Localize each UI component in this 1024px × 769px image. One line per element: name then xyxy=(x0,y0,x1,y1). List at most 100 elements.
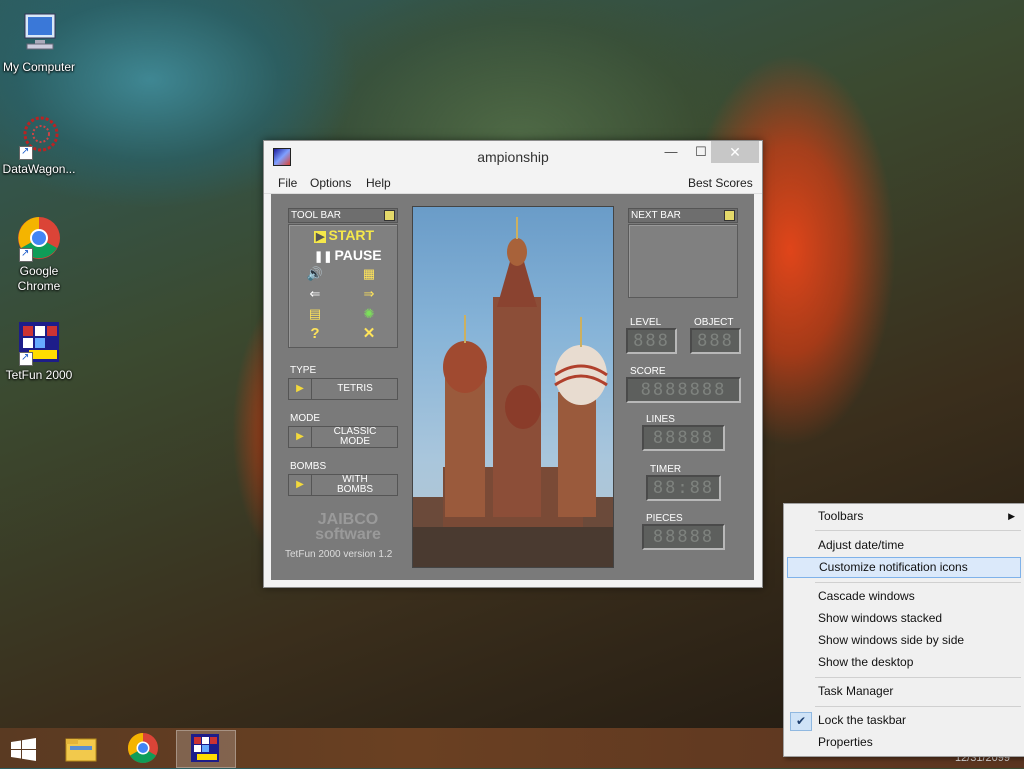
blocks-icon[interactable]: ▦ xyxy=(358,267,380,281)
save-game-icon[interactable]: ⇒ xyxy=(358,287,380,301)
minimize-button[interactable]: — xyxy=(654,141,688,163)
menu-separator xyxy=(815,706,1021,707)
taskbar-context-menu: Toolbars ▶ Adjust date/time Customize no… xyxy=(783,503,1024,757)
play-icon: ▶ xyxy=(314,231,327,243)
pause-label: PAUSE xyxy=(334,247,382,263)
toolbar-panel: ▶ START ❚❚ PAUSE 🔊 ▦ ⇐ ⇒ ▤ ✺ ? ✕ xyxy=(288,224,398,348)
desktop-icon-label: DataWagon... xyxy=(2,162,76,176)
checkmark-icon: ✔ xyxy=(790,712,812,731)
pieces-display: 88888 xyxy=(642,524,725,550)
close-button[interactable]: ✕ xyxy=(711,141,759,163)
menu-separator xyxy=(815,677,1021,678)
lines-display: 88888 xyxy=(642,425,725,451)
type-value: TETRIS xyxy=(337,383,373,394)
window-titlebar[interactable]: ampionship — ☐ ✕ xyxy=(264,141,762,173)
next-bar-title-box: NEXT BAR xyxy=(628,208,738,223)
menu-item-adjust-datetime[interactable]: Adjust date/time xyxy=(787,535,1021,556)
folder-icon xyxy=(65,738,97,762)
menu-item-label: Lock the taskbar xyxy=(818,713,907,727)
help-icon[interactable]: ? xyxy=(304,326,326,341)
bombs-arrow-icon[interactable]: ▶ xyxy=(289,475,312,495)
menu-item-show-windows-stacked[interactable]: Show windows stacked xyxy=(787,608,1021,629)
jaibco-logo: JAIBCO software xyxy=(293,511,403,543)
level-display: 888 xyxy=(626,328,677,354)
menu-item-customize-notification-icons[interactable]: Customize notification icons xyxy=(787,557,1021,578)
desktop-icon-label: Google Chrome xyxy=(17,264,61,293)
tetfun-taskbar-button[interactable] xyxy=(176,730,236,768)
chrome-taskbar-button[interactable] xyxy=(114,730,172,766)
playfield-picture[interactable] xyxy=(412,206,614,568)
desktop-icon-my-computer[interactable]: My Computer xyxy=(0,10,78,75)
submenu-arrow-icon: ▶ xyxy=(1008,511,1015,521)
menu-separator xyxy=(815,530,1021,531)
chrome-icon xyxy=(127,733,158,764)
load-game-icon[interactable]: ⇐ xyxy=(304,287,326,301)
desktop-icon-google-chrome[interactable]: Google Chrome xyxy=(0,214,78,294)
menu-item-task-manager[interactable]: Task Manager xyxy=(787,681,1021,702)
bombs-label: BOMBS xyxy=(290,461,327,472)
bombs-value: WITH BOMBS xyxy=(313,475,397,495)
bombs-value-line2: BOMBS xyxy=(336,484,374,495)
menu-file[interactable]: File xyxy=(278,176,297,190)
datawagon-icon xyxy=(15,112,63,160)
version-text: TetFun 2000 version 1.2 xyxy=(285,549,393,560)
desktop-icon-label: My Computer xyxy=(2,60,76,74)
menu-item-toolbars[interactable]: Toolbars ▶ xyxy=(787,506,1021,527)
menu-item-show-desktop[interactable]: Show the desktop xyxy=(787,652,1021,673)
next-bar-title: NEXT BAR xyxy=(631,210,681,221)
start-menu-button[interactable] xyxy=(0,730,58,766)
pause-button[interactable]: ❚❚ PAUSE xyxy=(314,247,382,263)
game-client-area: TOOL BAR ▶ START ❚❚ PAUSE 🔊 ▦ ⇐ ⇒ ▤ ✺ ? ✕ … xyxy=(271,194,754,580)
menu-item-show-windows-side-by-side[interactable]: Show windows side by side xyxy=(787,630,1021,651)
sound-icon[interactable]: 🔊 xyxy=(304,267,326,281)
score-icon[interactable]: ▤ xyxy=(304,307,326,321)
object-display: 888 xyxy=(690,328,741,354)
mode-value: CLASSIC MODE xyxy=(313,427,397,447)
cathedral-image xyxy=(413,217,613,567)
windows-logo-icon xyxy=(11,738,36,761)
menu-item-cascade-windows[interactable]: Cascade windows xyxy=(787,586,1021,607)
timer-display: 88:88 xyxy=(646,475,721,501)
type-selector[interactable]: ▶ TETRIS xyxy=(288,378,398,400)
menu-bar: File Options Help Best Scores xyxy=(264,173,762,194)
shortcut-arrow-icon xyxy=(19,144,33,160)
shortcut-arrow-icon xyxy=(19,350,33,366)
toolbar-collapse-button[interactable] xyxy=(384,210,395,221)
bombs-selector[interactable]: ▶ WITH BOMBS xyxy=(288,474,398,496)
type-arrow-icon[interactable]: ▶ xyxy=(289,379,312,399)
brand-line2: software xyxy=(315,526,381,543)
menu-separator xyxy=(815,582,1021,583)
desktop-icon-tetfun[interactable]: TetFun 2000 xyxy=(0,318,78,383)
toolbar-panel-title: TOOL BAR xyxy=(288,208,398,223)
exit-icon[interactable]: ✕ xyxy=(358,326,380,341)
brand-line1: JAIBCO xyxy=(317,511,379,528)
menu-options[interactable]: Options xyxy=(310,176,351,190)
score-display: 8888888 xyxy=(626,377,741,403)
mode-value-line2: MODE xyxy=(340,436,370,447)
pause-icon: ❚❚ xyxy=(314,251,333,263)
file-explorer-taskbar-button[interactable] xyxy=(52,730,110,766)
type-label: TYPE xyxy=(290,365,317,376)
start-button[interactable]: ▶ START xyxy=(314,227,374,243)
network-icon[interactable]: ✺ xyxy=(358,307,380,321)
mode-arrow-icon[interactable]: ▶ xyxy=(289,427,312,447)
shortcut-arrow-icon xyxy=(19,246,33,262)
mode-selector[interactable]: ▶ CLASSIC MODE xyxy=(288,426,398,448)
next-bar-collapse-button[interactable] xyxy=(724,210,735,221)
tetfun-icon xyxy=(191,734,219,762)
tetfun-icon xyxy=(15,318,63,366)
tetfun-window: ampionship — ☐ ✕ File Options Help Best … xyxy=(263,140,763,588)
menu-item-properties[interactable]: Properties xyxy=(787,732,1021,753)
menu-help[interactable]: Help xyxy=(366,176,391,190)
menu-best-scores[interactable]: Best Scores xyxy=(688,176,753,190)
menu-item-lock-taskbar[interactable]: ✔ Lock the taskbar xyxy=(787,710,1021,731)
computer-icon xyxy=(15,10,63,58)
chrome-icon xyxy=(15,214,63,262)
toolbar-title: TOOL BAR xyxy=(291,210,342,221)
start-label: START xyxy=(328,227,375,243)
next-piece-panel xyxy=(628,224,738,298)
desktop-icon-datawagon[interactable]: DataWagon... xyxy=(0,112,78,177)
desktop-icon-label: TetFun 2000 xyxy=(5,368,73,382)
mode-label: MODE xyxy=(290,413,320,424)
menu-item-label: Toolbars xyxy=(818,509,864,523)
